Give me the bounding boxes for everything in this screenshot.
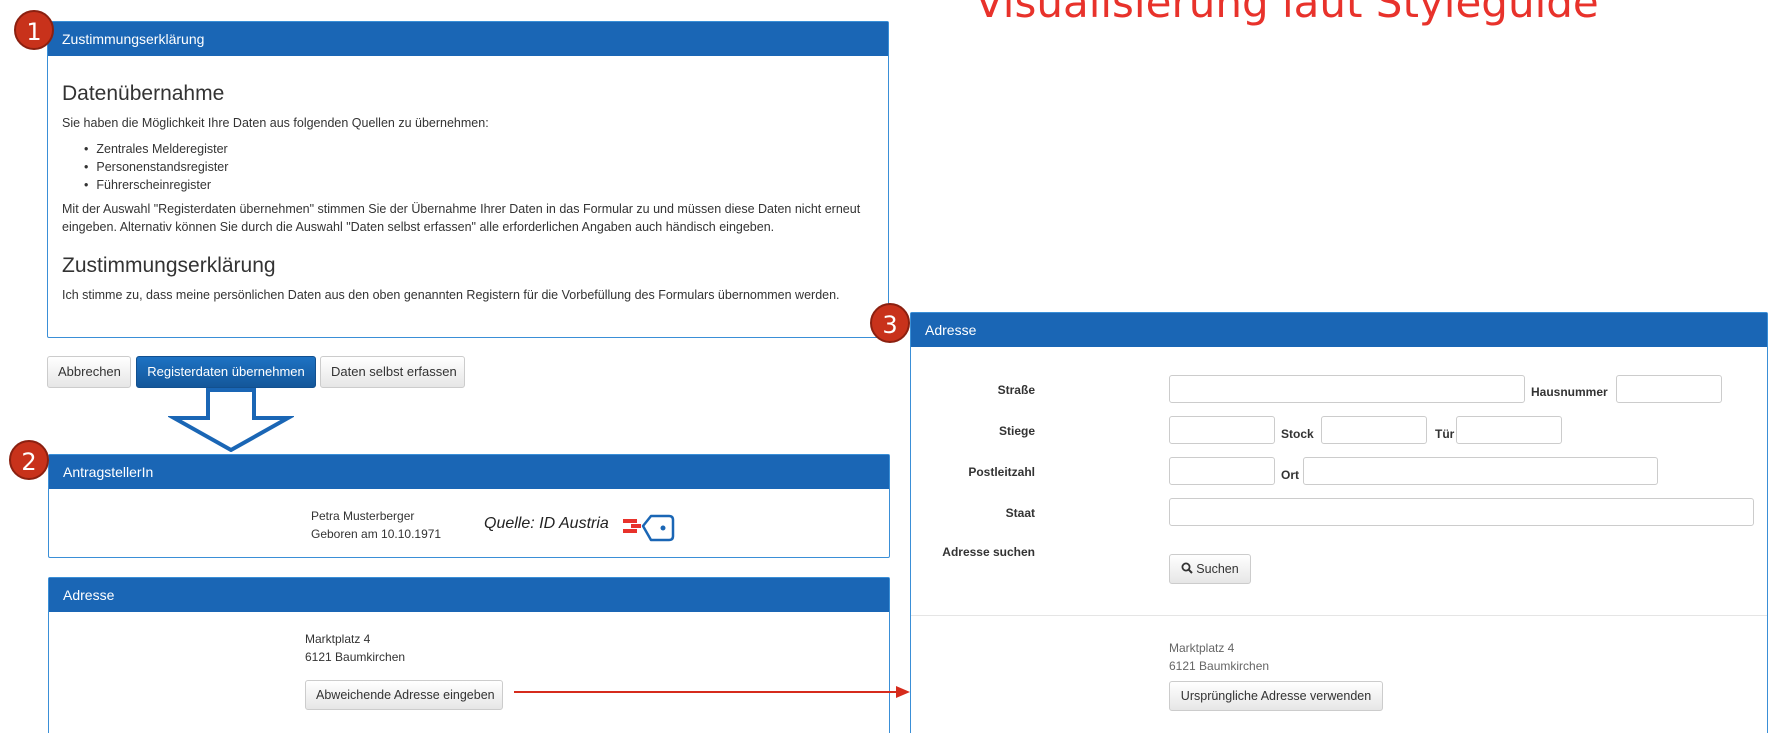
address-form-panel: Adresse Straße Hausnummer Stiege Stock T… bbox=[910, 312, 1768, 733]
search-icon bbox=[1181, 562, 1194, 574]
explanation-text: Mit der Auswahl "Registerdaten übernehme… bbox=[62, 202, 861, 234]
floor-label: Stock bbox=[1281, 427, 1314, 441]
house-number-input[interactable] bbox=[1616, 375, 1722, 403]
search-button-label: Suchen bbox=[1196, 562, 1239, 576]
cancel-button[interactable]: Abbrechen bbox=[47, 356, 131, 388]
applicant-name: Petra Musterberger bbox=[311, 509, 415, 523]
house-number-label: Hausnummer bbox=[1531, 385, 1608, 399]
section-title-data-import: Datenübernahme bbox=[62, 82, 225, 105]
source-list: Zentrales Melderegister Personenstandsre… bbox=[84, 140, 874, 194]
form-divider bbox=[911, 615, 1767, 616]
use-original-address-button[interactable]: Ursprüngliche Adresse verwenden bbox=[1169, 681, 1383, 711]
country-label: Staat bbox=[1005, 506, 1035, 520]
city-label: Ort bbox=[1281, 468, 1299, 482]
consent-panel-header: Zustimmungserklärung bbox=[48, 22, 888, 56]
staircase-label: Stiege bbox=[998, 424, 1035, 438]
address-summary-header: Adresse bbox=[49, 578, 889, 612]
consent-text: Ich stimme zu, dass meine persönlichen D… bbox=[62, 288, 840, 302]
street-input[interactable] bbox=[1169, 375, 1525, 403]
page-headline: Visualisierung laut Styleguide bbox=[975, 0, 1599, 27]
self-enter-data-button[interactable]: Daten selbst erfassen bbox=[320, 356, 465, 388]
address-search-label: Adresse suchen bbox=[942, 545, 1035, 559]
consent-panel: Zustimmungserklärung Datenübernahme Sie … bbox=[47, 21, 889, 338]
down-arrow-icon bbox=[168, 388, 294, 452]
city-input[interactable] bbox=[1303, 457, 1658, 485]
country-input[interactable] bbox=[1169, 498, 1754, 526]
step-badge-3: 3 bbox=[870, 303, 910, 343]
applicant-panel: AntragstellerIn Petra Musterberger Gebor… bbox=[48, 454, 890, 558]
connector-arrow-icon bbox=[514, 686, 910, 698]
floor-input[interactable] bbox=[1321, 416, 1427, 444]
intro-text: Sie haben die Möglichkeit Ihre Daten aus… bbox=[62, 116, 489, 130]
address-summary-panel: Adresse Marktplatz 4 6121 Baumkirchen Ab… bbox=[48, 577, 890, 733]
data-source-label: Quelle: ID Austria bbox=[484, 515, 609, 532]
applicant-panel-header: AntragstellerIn bbox=[49, 455, 889, 489]
postal-code-label: Postleitzahl bbox=[968, 465, 1035, 479]
source-item: Personenstandsregister bbox=[84, 158, 874, 176]
take-over-register-data-button[interactable]: Registerdaten übernehmen bbox=[136, 356, 316, 388]
search-button[interactable]: Suchen bbox=[1169, 554, 1251, 584]
address-form-header: Adresse bbox=[911, 313, 1767, 347]
current-street: Marktplatz 4 bbox=[1169, 641, 1235, 655]
source-item: Zentrales Melderegister bbox=[84, 140, 874, 158]
door-input[interactable] bbox=[1456, 416, 1562, 444]
street-label: Straße bbox=[997, 383, 1035, 397]
door-label: Tür bbox=[1435, 427, 1455, 441]
address-city: 6121 Baumkirchen bbox=[305, 650, 406, 664]
current-city: 6121 Baumkirchen bbox=[1169, 659, 1270, 673]
source-item: Führerscheinregister bbox=[84, 176, 874, 194]
postal-code-input[interactable] bbox=[1169, 457, 1275, 485]
address-street: Marktplatz 4 bbox=[305, 632, 371, 646]
step-badge-2: 2 bbox=[9, 440, 49, 480]
step-badge-1: 1 bbox=[14, 10, 54, 50]
staircase-input[interactable] bbox=[1169, 416, 1275, 444]
applicant-birthdate: Geboren am 10.10.1971 bbox=[311, 527, 442, 541]
alternative-address-button[interactable]: Abweichende Adresse eingeben bbox=[305, 680, 503, 710]
id-austria-logo-icon bbox=[623, 514, 675, 542]
section-title-consent: Zustimmungserklärung bbox=[62, 254, 276, 277]
